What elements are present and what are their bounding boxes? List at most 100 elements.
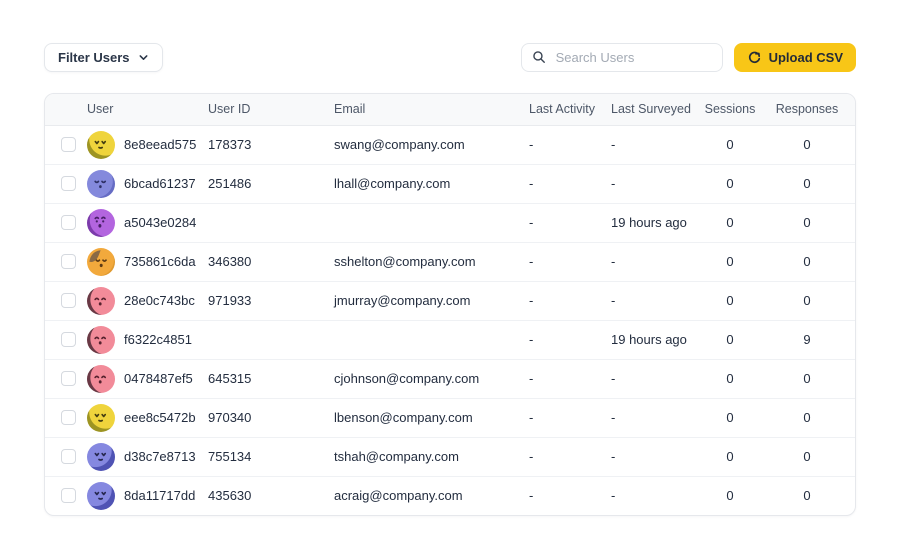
sessions-cell: 0 (701, 358, 759, 398)
email-cell: sshelton@company.com (329, 241, 523, 281)
search-input[interactable] (553, 48, 712, 66)
responses-cell: 0 (759, 202, 855, 242)
table-row: 8da11717dd 435630 acraig@company.com - -… (45, 475, 855, 515)
sessions-cell: 0 (701, 475, 759, 515)
last-activity-cell: - (523, 475, 605, 515)
email-cell: tshah@company.com (329, 436, 523, 476)
sessions-cell: 0 (701, 397, 759, 437)
last-activity-cell: - (523, 319, 605, 359)
responses-cell: 0 (759, 397, 855, 437)
responses-cell: 0 (759, 475, 855, 515)
last-activity-cell: - (523, 202, 605, 242)
last-activity-cell: - (523, 436, 605, 476)
last-activity-cell: - (523, 163, 605, 203)
user-avatar (87, 247, 115, 276)
user-hash: 0478487ef5 (124, 371, 193, 386)
user-id-cell: 755134 (203, 436, 329, 476)
user-cell: 28e0c743bc (87, 286, 203, 315)
table-row: eee8c5472b 970340 lbenson@company.com - … (45, 397, 855, 437)
email-cell (329, 202, 523, 242)
row-checkbox[interactable] (61, 410, 76, 425)
chevron-down-icon (138, 52, 149, 63)
sessions-cell: 0 (701, 436, 759, 476)
last-activity-cell: - (523, 280, 605, 320)
email-cell: swang@company.com (334, 137, 465, 152)
user-avatar (87, 364, 115, 393)
row-checkbox[interactable] (61, 254, 76, 269)
last-surveyed-cell: - (605, 280, 701, 320)
table-body: 8e8eead575 178373 swang@company.com - - … (45, 125, 855, 515)
user-cell: d38c7e8713 (87, 442, 203, 471)
user-cell: a5043e0284 (87, 208, 203, 237)
user-avatar (87, 169, 115, 198)
user-hash: 735861c6da (124, 254, 196, 269)
user-avatar (87, 442, 115, 471)
user-hash: 28e0c743bc (124, 293, 195, 308)
responses-cell: 0 (759, 358, 855, 398)
search-icon (532, 50, 546, 64)
filter-users-button[interactable]: Filter Users (44, 42, 163, 72)
user-hash: a5043e0284 (124, 215, 197, 230)
upload-csv-button[interactable]: Upload CSV (733, 42, 856, 72)
user-avatar (87, 403, 115, 432)
user-avatar (87, 481, 115, 510)
last-activity-cell: - (523, 397, 605, 437)
email-cell: cjohnson@company.com (329, 358, 523, 398)
user-cell: 8e8eead575 (87, 130, 203, 159)
table-row: 28e0c743bc 971933 jmurray@company.com - … (45, 280, 855, 320)
last-surveyed-cell: 19 hours ago (605, 319, 701, 359)
user-cell: 8da11717dd (87, 481, 203, 510)
last-surveyed-cell: - (605, 397, 701, 437)
user-cell: 6bcad61237 (87, 169, 203, 198)
table-row: a5043e0284 - 19 hours ago 0 0 (45, 202, 855, 242)
row-checkbox[interactable] (61, 176, 76, 191)
user-avatar (87, 208, 115, 237)
email-cell (329, 319, 523, 359)
user-cell: 735861c6da (87, 247, 203, 276)
table-row: f6322c4851 - 19 hours ago 0 9 (45, 319, 855, 359)
select-all-column (45, 94, 81, 126)
search-box[interactable] (520, 42, 723, 72)
user-id-cell (203, 319, 329, 359)
toolbar: Filter Users Upload CSV (44, 42, 856, 72)
user-id-cell: 346380 (203, 241, 329, 281)
users-table-card: User User ID Email Last Activity Last Survey… (44, 93, 856, 516)
table-row: d38c7e8713 755134 tshah@company.com - - … (45, 436, 855, 476)
toolbar-right: Upload CSV (520, 42, 856, 72)
table-row: 8e8eead575 178373 swang@company.com - - … (45, 125, 855, 164)
last-activity-cell: - (523, 241, 605, 281)
row-checkbox[interactable] (61, 215, 76, 230)
last-activity-cell: - (529, 137, 534, 152)
table-row: 735861c6da 346380 sshelton@company.com -… (45, 241, 855, 281)
last-activity-cell: - (523, 358, 605, 398)
column-header-last-activity: Last Activity (523, 94, 605, 126)
user-hash: d38c7e8713 (124, 449, 196, 464)
last-surveyed-cell: - (605, 163, 701, 203)
row-checkbox[interactable] (61, 332, 76, 347)
email-cell: acraig@company.com (329, 475, 523, 515)
row-checkbox[interactable] (61, 449, 76, 464)
user-id-cell: 970340 (203, 397, 329, 437)
sessions-cell: 0 (726, 137, 734, 152)
column-header-email: Email (329, 94, 523, 126)
upload-csv-label: Upload CSV (768, 49, 843, 65)
row-checkbox[interactable] (61, 371, 76, 386)
row-checkbox[interactable] (61, 137, 76, 152)
responses-cell: 0 (759, 163, 855, 203)
table-row: 6bcad61237 251486 lhall@company.com - - … (45, 163, 855, 203)
sessions-cell: 0 (701, 280, 759, 320)
row-checkbox[interactable] (61, 293, 76, 308)
last-surveyed-cell: - (605, 475, 701, 515)
sessions-cell: 0 (701, 319, 759, 359)
user-hash: 8da11717dd (124, 488, 196, 504)
email-cell: lhall@company.com (329, 163, 523, 203)
user-id-cell: 435630 (203, 475, 329, 515)
user-avatar (87, 325, 115, 354)
table-header-row: User User ID Email Last Activity Last Survey… (45, 94, 855, 126)
user-id-cell: 251486 (203, 163, 329, 203)
responses-cell: 9 (759, 319, 855, 359)
upload-icon (747, 50, 762, 65)
responses-cell: 0 (759, 280, 855, 320)
column-header-user: User (81, 94, 203, 126)
row-checkbox[interactable] (61, 488, 76, 504)
